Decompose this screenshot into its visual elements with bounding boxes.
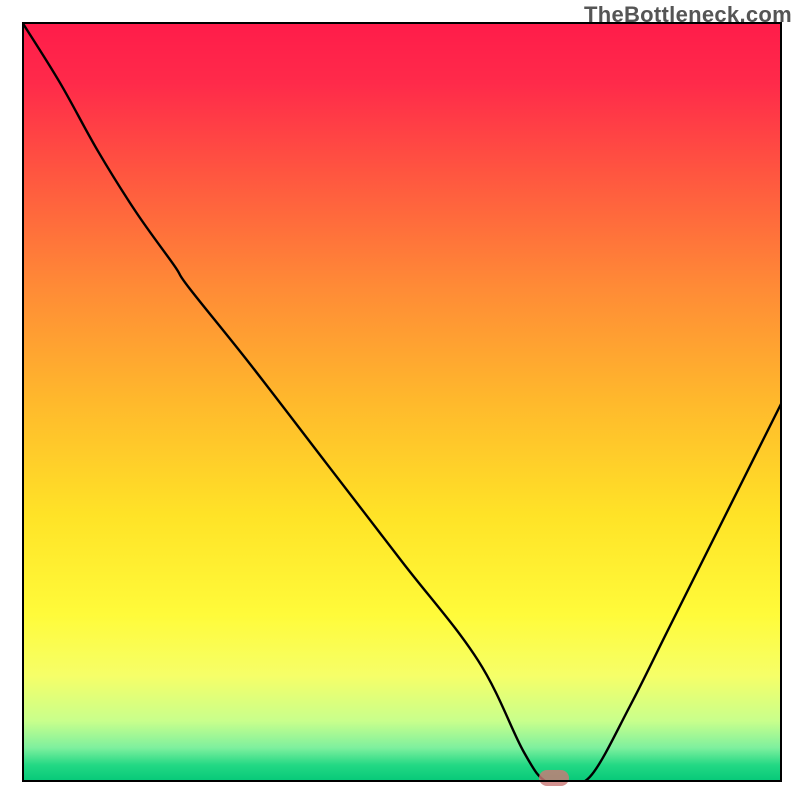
plot-area <box>22 22 782 782</box>
bottleneck-curve <box>22 22 782 782</box>
curve-layer <box>22 22 782 782</box>
optimum-marker <box>539 770 569 786</box>
bottleneck-chart: TheBottleneck.com <box>0 0 800 800</box>
